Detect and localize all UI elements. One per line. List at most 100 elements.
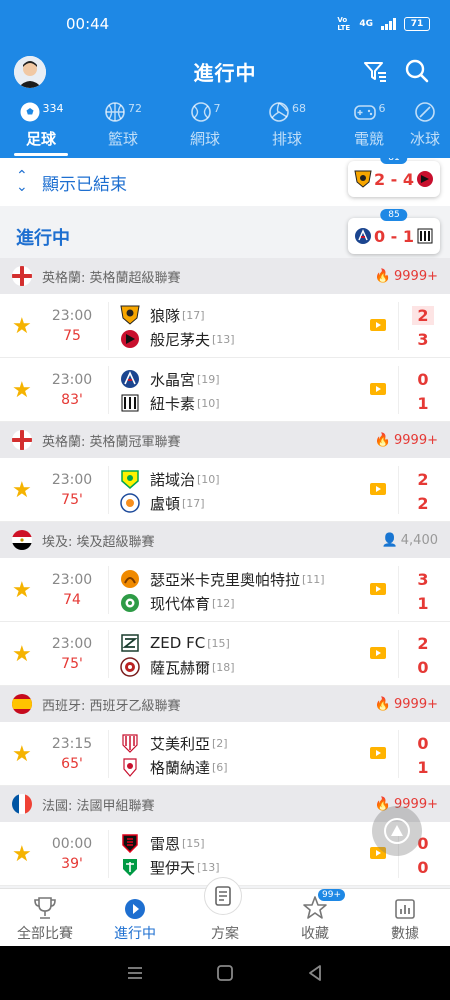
divider [108,466,109,514]
away-team: 聖伊天 [13] [120,856,220,878]
almeria-logo-icon [122,734,138,753]
tab-label: 電競 [353,130,384,148]
system-nav-bar [0,946,450,1000]
tab-hockey[interactable]: 冰球 [410,98,450,156]
live-stream-icon[interactable] [370,747,386,759]
soccer-icon [20,102,39,122]
user-avatar-icon [14,56,46,88]
home-team-name: ZED FC [150,634,206,652]
home-team: 艾美利亞 [2] [120,732,228,754]
league-header[interactable]: 英格蘭: 英格蘭超級聯賽 🔥 9999+ [0,258,450,294]
sport-tabs: 334 足球 72 籃球 7 網球 68 排球 6 電競 冰球 [0,98,450,156]
user-icon: 👤 [381,532,398,548]
divider [108,566,109,614]
recent-apps-icon[interactable] [126,965,144,981]
nav-live[interactable]: 進行中 [90,889,180,946]
basketball-icon [105,102,125,122]
live-score-popup[interactable]: 85 0 - 1 [348,209,440,254]
top-bar: 00:44 Vo LTE 4G 71 進行中 334 足球 72 籃球 7 網球… [0,0,450,158]
tab-count: 68 [292,101,306,115]
home-team-name: 雷恩 [150,834,181,853]
chart-icon [395,899,415,919]
divider [108,830,109,878]
back-icon[interactable] [306,964,324,982]
away-team-name: 聖伊天 [150,858,196,877]
nav-all-matches[interactable]: 全部比賽 [0,889,90,946]
ceramica-logo-icon [121,570,139,588]
tab-label: 排球 [271,130,302,148]
match-row[interactable]: ★ 23:00 83' 水晶宮 [19] 紐卡素 [10] 0 1 [0,358,450,422]
home-score: 3 [417,570,429,589]
favorite-star-icon[interactable]: ★ [12,478,32,503]
away-team: 薩瓦赫爾 [18] [120,656,235,678]
crystal-palace-logo-icon [121,370,139,388]
match-row[interactable]: ★ 23:15 65' 艾美利亞 [2] 格蘭納達 [6] 0 1 [0,722,450,786]
live-stream-icon[interactable] [370,483,386,495]
hot-indicator: 🔥 9999+ [375,269,438,284]
nav-plans[interactable]: 方案 [180,877,270,946]
league-name: 西班牙: 西班牙乙級聯賽 [42,698,181,714]
popup-badge: 81 [380,158,408,164]
favorite-star-icon[interactable]: ★ [12,314,32,339]
away-team: 盧頓 [17] [120,492,205,514]
favorite-star-icon[interactable]: ★ [12,842,32,867]
hot-indicator: 🔥 9999+ [375,433,438,448]
tab-tennis[interactable]: 7 網球 [164,98,246,156]
status-bar: 00:44 Vo LTE 4G 71 [0,0,450,48]
tab-basketball[interactable]: 72 籃球 [82,98,164,156]
hot-indicator: 🔥 9999+ [375,697,438,712]
battery-level: 71 [410,19,424,29]
match-row[interactable]: ★ 23:00 75' 諾域治 [10] 盧頓 [17] 2 2 [0,458,450,522]
match-row[interactable]: ★ 23:00 74 瑟亞米卡克里奧帕特拉 [11] 现代体育 [12] 3 1 [0,558,450,622]
match-row[interactable]: ★ 23:00 75' ZED FC [15] 薩瓦赫爾 [18] 2 0 [0,622,450,686]
avatar[interactable] [14,56,46,88]
ended-score-popup[interactable]: 81 2 - 4 [348,158,440,197]
search-icon[interactable] [404,58,430,84]
tab-volleyball[interactable]: 68 排球 [246,98,328,156]
nav-favorites[interactable]: 99+ 收藏 [270,889,360,946]
favorite-star-icon[interactable]: ★ [12,378,32,403]
floating-action-button[interactable] [372,806,422,856]
filter-icon[interactable] [362,58,388,84]
tab-soccer[interactable]: 334 足球 [0,98,82,156]
live-stream-icon[interactable] [370,319,386,331]
away-team-rank: [12] [212,596,235,610]
popup-score: 2 - 4 [373,169,415,189]
league-name: 英格蘭: 英格蘭冠軍聯賽 [42,434,181,450]
favorite-star-icon[interactable]: ★ [12,642,32,667]
home-score: 2 [412,306,434,325]
home-team: 瑟亞米卡克里奧帕特拉 [11] [120,568,325,590]
league-header[interactable]: 埃及: 埃及超級聯賽 👤 4,400 [0,522,450,558]
tab-count: 334 [42,101,64,115]
match-list: ⌃ ⌄ 顯示已結束 進行中 81 2 - 4 85 0 - 1 英格蘭: 英格蘭超… [0,158,450,888]
viewers-count: 4,400 [400,532,438,548]
favorite-star-icon[interactable]: ★ [12,742,32,767]
tab-label: 足球 [25,130,56,148]
kickoff-time: 23:15 [51,736,93,752]
nav-data[interactable]: 數據 [360,889,450,946]
zed-fc-logo-icon [121,634,139,652]
league-header[interactable]: 英格蘭: 英格蘭冠軍聯賽 🔥 9999+ [0,422,450,458]
england-flag-icon [12,266,32,286]
home-team-name: 瑟亞米卡克里奧帕特拉 [150,570,301,589]
match-row[interactable]: ★ 23:00 75 狼隊 [17] 般尼茅夫 [13] 2 3 [0,294,450,358]
divider [398,466,399,514]
home-icon[interactable] [216,964,234,982]
home-team: 狼隊 [17] [120,304,205,326]
fire-icon: 🔥 [374,268,392,284]
volte-icon: Vo LTE [337,16,351,32]
tab-label: 冰球 [410,130,441,148]
divider [108,366,109,414]
league-header[interactable]: 西班牙: 西班牙乙級聯賽 🔥 9999+ [0,686,450,722]
volleyball-icon [269,102,289,122]
live-stream-icon[interactable] [370,383,386,395]
live-stream-icon[interactable] [370,647,386,659]
nav-label: 數據 [391,926,419,942]
fire-icon: 🔥 [374,696,392,712]
tab-label: 網球 [189,130,220,148]
live-stream-icon[interactable] [370,583,386,595]
nav-label: 方案 [211,926,239,942]
away-team-rank: [17] [182,496,205,510]
favorite-star-icon[interactable]: ★ [12,578,32,603]
tab-esports[interactable]: 6 電競 [328,98,410,156]
